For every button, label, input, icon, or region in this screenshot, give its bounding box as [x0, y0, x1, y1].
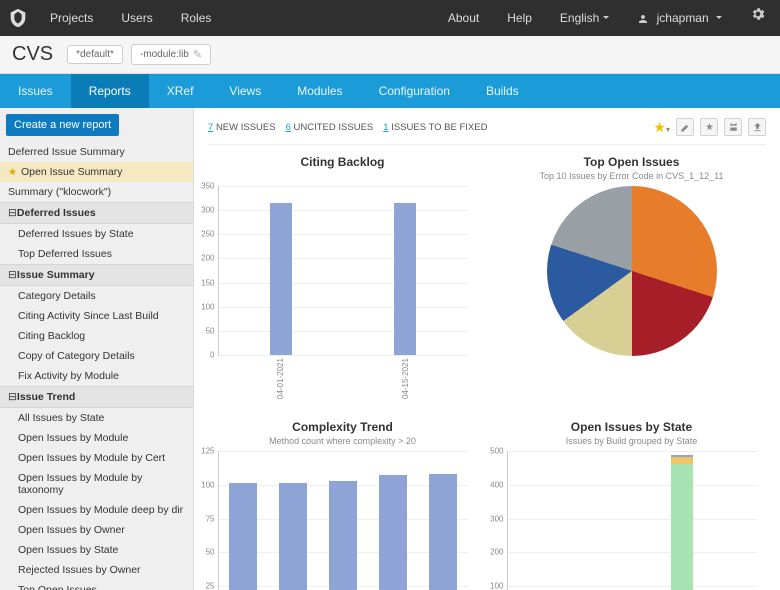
sidebar-group-title[interactable]: ⊟ Issue Trend — [0, 386, 193, 408]
pie-chart[interactable] — [547, 186, 717, 356]
sidebar-item[interactable]: Open Issues by Owner — [0, 520, 193, 540]
content-area: 7 NEW ISSUES 6 UNCITED ISSUES 1 ISSUES T… — [194, 108, 780, 590]
chart-panel-complexity_trend: Complexity Trend Method count where compl… — [208, 420, 477, 590]
settings-icon[interactable] — [736, 0, 780, 36]
bar[interactable] — [394, 203, 416, 355]
tab-modules[interactable]: Modules — [279, 74, 360, 108]
project-title: CVS — [12, 43, 53, 66]
bar[interactable] — [379, 475, 407, 590]
chart-title: Complexity Trend — [292, 420, 393, 434]
subheader: CVS *default* -module:lib✎ — [0, 36, 780, 74]
user-menu[interactable]: jchapman — [623, 0, 736, 36]
sidebar-item[interactable]: Deferred Issues by State — [0, 224, 193, 244]
new-issues-link[interactable]: 7 — [208, 122, 213, 133]
sidebar-item[interactable]: Rejected Issues by Owner — [0, 560, 193, 580]
nav-projects[interactable]: Projects — [36, 0, 107, 36]
sidebar: Create a new report Deferred Issue Summa… — [0, 108, 194, 590]
sidebar-item[interactable]: Fix Activity by Module — [0, 366, 193, 386]
sidebar-group-title[interactable]: ⊟ Deferred Issues — [0, 202, 193, 224]
sidebar-item[interactable]: Open Issues by Module deep by dir — [0, 500, 193, 520]
action-icon-3[interactable] — [724, 118, 742, 136]
filter-pill-0[interactable]: *default* — [67, 45, 123, 64]
language-menu[interactable]: English — [546, 0, 623, 36]
chart-subtitle: Top 10 Issues by Error Code in CVS_1_12_… — [540, 171, 724, 182]
sidebar-item[interactable]: Open Issues by Module by taxonomy — [0, 468, 193, 500]
filter-pill-1[interactable]: -module:lib✎ — [131, 44, 211, 65]
chart-panel-citing_backlog: Citing Backlog05010015020025030035004-01… — [208, 155, 477, 406]
topbar: Projects Users Roles About Help English … — [0, 0, 780, 36]
nav-users[interactable]: Users — [107, 0, 166, 36]
brand-logo[interactable] — [0, 0, 36, 36]
bar[interactable] — [229, 483, 257, 590]
stacked-bar[interactable] — [671, 455, 693, 590]
x-tick-label: 04-01-2021 — [276, 358, 285, 406]
tab-builds[interactable]: Builds — [468, 74, 537, 108]
tab-configuration[interactable]: Configuration — [361, 74, 468, 108]
sidebar-item[interactable]: Open Issues by Module by Cert — [0, 448, 193, 468]
nav-help[interactable]: Help — [493, 0, 546, 36]
chart-title: Open Issues by State — [571, 420, 692, 434]
bar[interactable] — [329, 481, 357, 590]
chart-panel-top_open_issues: Top Open Issues Top 10 Issues by Error Co… — [497, 155, 766, 406]
sidebar-item[interactable]: Open Issues by Module — [0, 428, 193, 448]
chart-title: Top Open Issues — [584, 155, 680, 169]
sidebar-item[interactable]: Category Details — [0, 286, 193, 306]
sidebar-item[interactable]: Top Deferred Issues — [0, 244, 193, 264]
user-name: jchapman — [657, 11, 709, 25]
sidebar-item[interactable]: Summary ("klocwork") — [0, 182, 193, 202]
sidebar-item[interactable]: Open Issue Summary — [0, 162, 193, 182]
sidebar-item[interactable]: Open Issues by State — [0, 540, 193, 560]
bar[interactable] — [429, 474, 457, 590]
edit-icon[interactable]: ✎ — [193, 48, 202, 61]
action-icon-4[interactable] — [748, 118, 766, 136]
sidebar-item[interactable]: Copy of Category Details — [0, 346, 193, 366]
nav-about[interactable]: About — [434, 0, 493, 36]
action-icon-1[interactable] — [676, 118, 694, 136]
sidebar-item[interactable]: Top Open Issues — [0, 580, 193, 590]
infobar: 7 NEW ISSUES 6 UNCITED ISSUES 1 ISSUES T… — [208, 116, 766, 145]
chart-panel-open_issues_by_state: Open Issues by State Issues by Build grou… — [497, 420, 766, 590]
tab-reports[interactable]: Reports — [71, 74, 149, 108]
sidebar-item[interactable]: Citing Activity Since Last Build — [0, 306, 193, 326]
chart-title: Citing Backlog — [300, 155, 384, 169]
tab-xref[interactable]: XRef — [149, 74, 212, 108]
bar[interactable] — [270, 203, 292, 355]
sidebar-item[interactable]: Deferred Issue Summary — [0, 142, 193, 162]
chart-subtitle: Issues by Build grouped by State — [566, 436, 698, 447]
sidebar-item[interactable]: Citing Backlog — [0, 326, 193, 346]
tabstrip: Issues Reports XRef Views Modules Config… — [0, 74, 780, 108]
tofix-issues-link[interactable]: 1 — [383, 122, 388, 133]
tab-issues[interactable]: Issues — [0, 74, 71, 108]
nav-roles[interactable]: Roles — [167, 0, 226, 36]
action-icon-2[interactable] — [700, 118, 718, 136]
favorite-icon[interactable]: ★▾ — [653, 119, 670, 136]
bar[interactable] — [279, 483, 307, 590]
create-report-button[interactable]: Create a new report — [6, 114, 119, 136]
sidebar-item[interactable]: All Issues by State — [0, 408, 193, 428]
tab-views[interactable]: Views — [211, 74, 279, 108]
sidebar-group-title[interactable]: ⊟ Issue Summary — [0, 264, 193, 286]
uncited-issues-link[interactable]: 6 — [286, 122, 291, 133]
chart-subtitle: Method count where complexity > 20 — [269, 436, 416, 447]
x-tick-label: 04-15-2021 — [401, 358, 410, 406]
